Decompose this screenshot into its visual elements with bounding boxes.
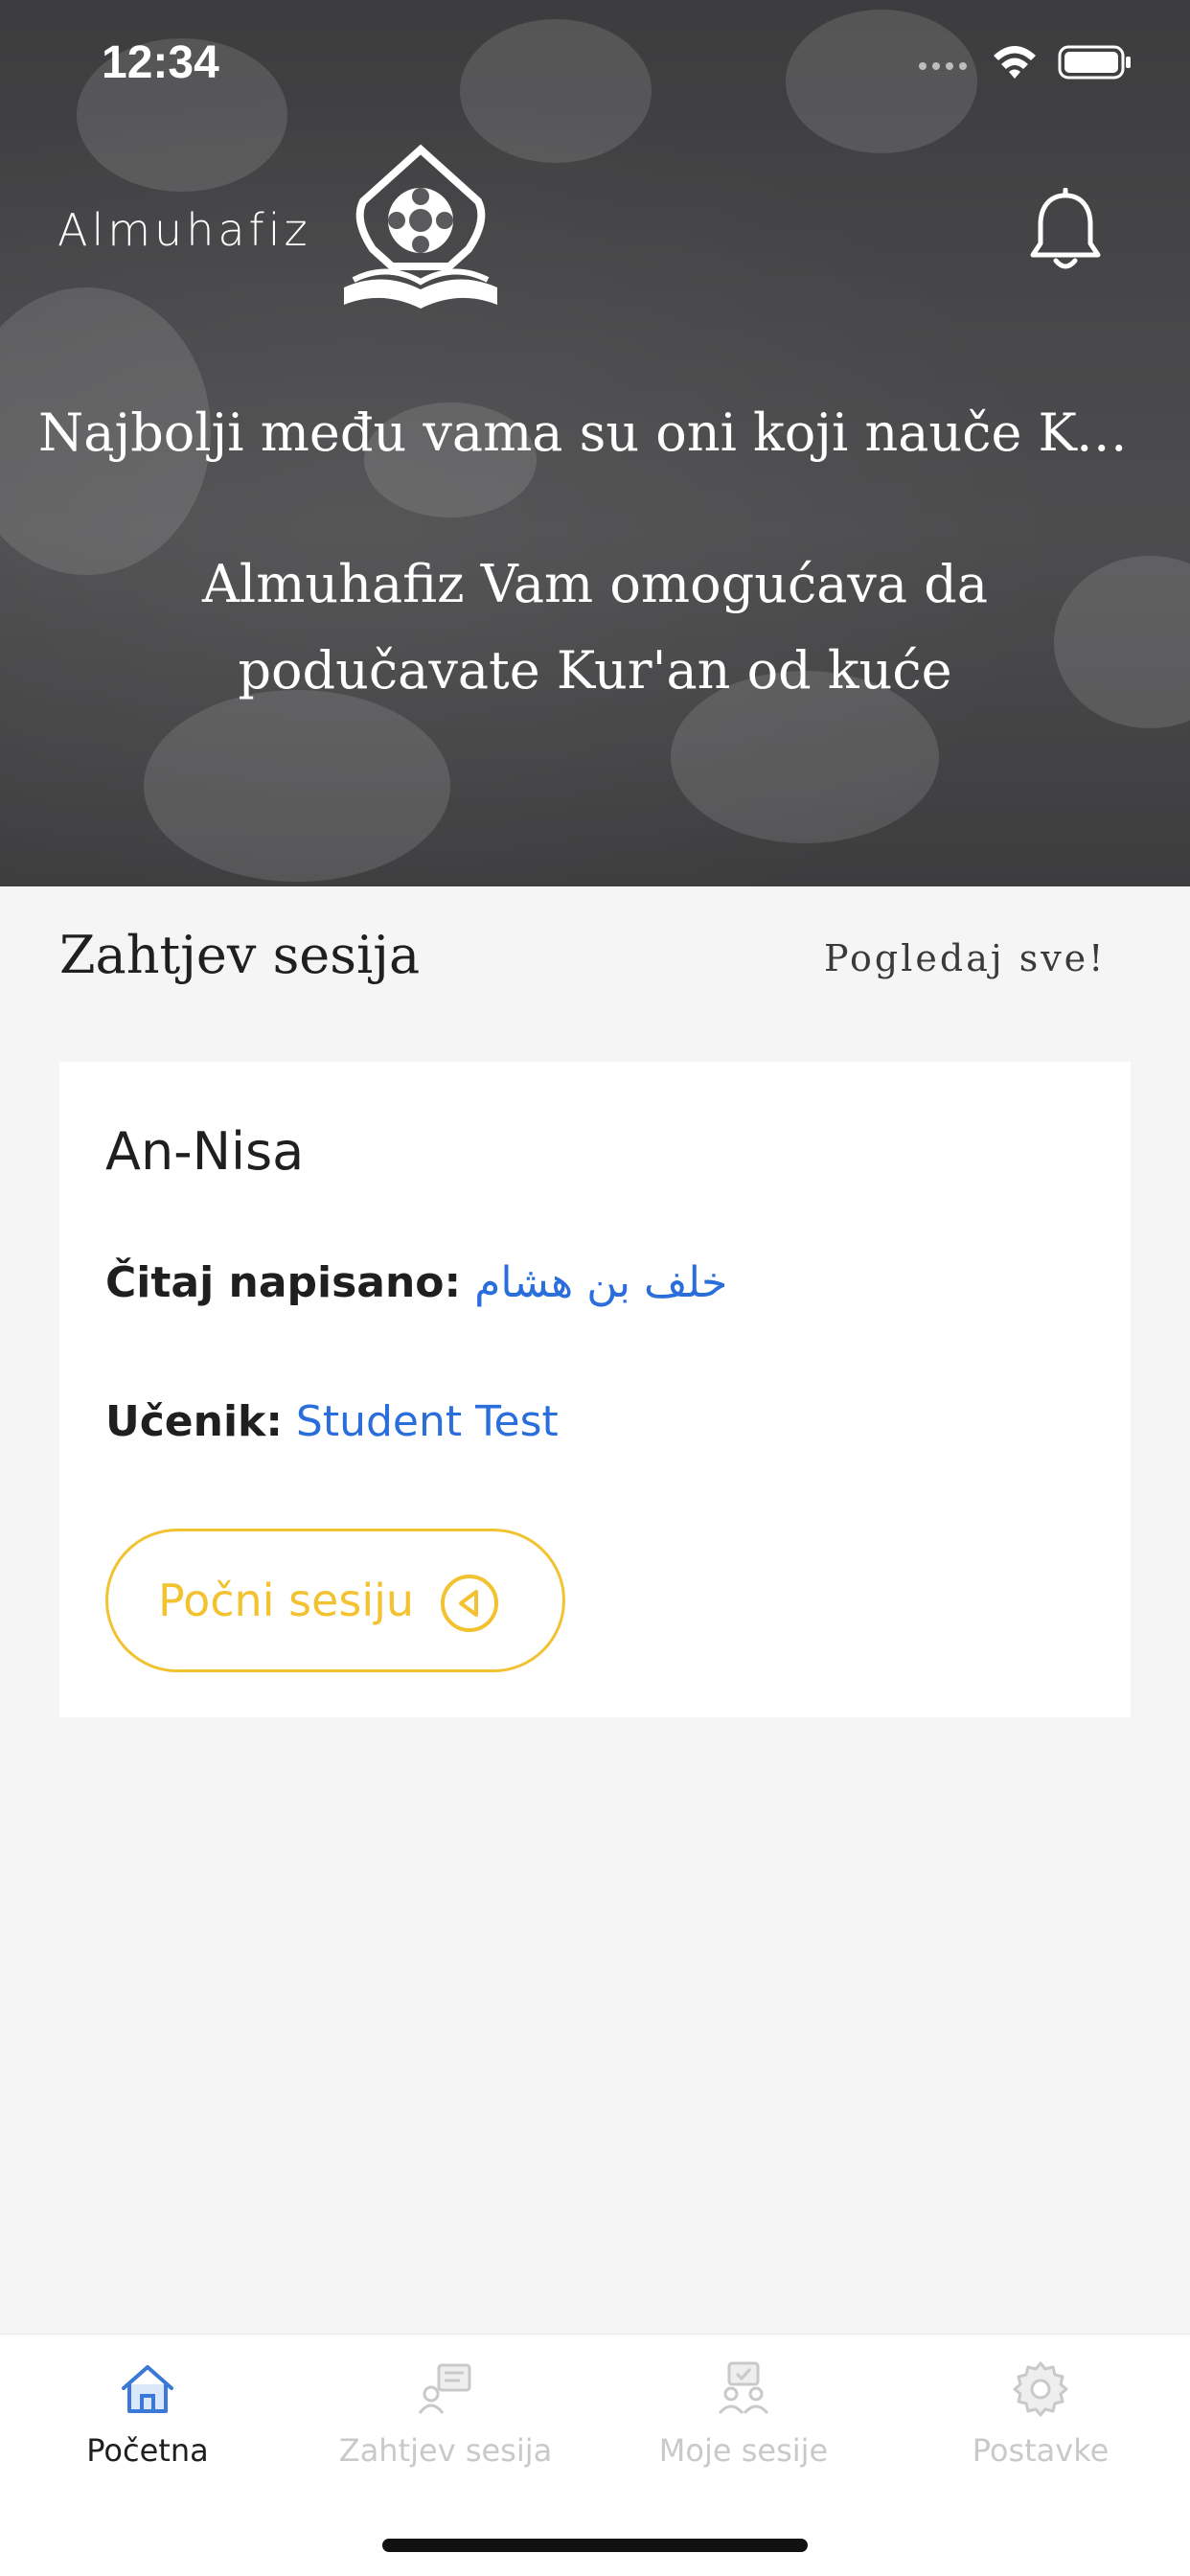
almuhafiz-logo-icon [343,144,497,309]
session-request-card: An-Nisa Čitaj napisano: خلف بن هشام Učen… [59,1062,1131,1717]
brand-name: Almuhafiz [57,204,311,256]
play-back-icon [441,1575,498,1632]
request-session-icon [418,2363,471,2414]
section-title: Zahtjev sesija [59,925,421,985]
tab-my-sessions[interactable]: Moje sesije [600,2354,887,2497]
start-session-label: Počni sesiju [158,1575,415,1626]
tab-my-sessions-label: Moje sesije [658,2432,829,2469]
start-session-button[interactable]: Počni sesiju [105,1529,565,1672]
battery-icon [1058,45,1131,80]
tab-settings-label: Postavke [972,2432,1110,2469]
bell-icon[interactable] [1027,188,1104,274]
signal-icon [919,62,967,70]
settings-icon [1013,2361,1068,2417]
status-time: 12:34 [102,37,219,88]
home-icon [122,2365,173,2413]
brand: Almuhafiz [57,144,507,316]
wifi-icon [994,46,1036,79]
hero-subline: Almuhafiz Vam omogućava da podučavate Ku… [201,554,989,701]
surah-title: An-Nisa [105,1121,305,1182]
status-icons [918,44,1133,80]
student-value: Student Test [295,1397,559,1446]
student-row: Učenik: Student Test [105,1397,559,1446]
home-indicator [382,2539,808,2552]
tab-settings[interactable]: Postavke [897,2354,1184,2497]
status-bar: 12:34 [0,0,1190,129]
tab-request-session[interactable]: Zahtjev sesija [302,2354,589,2497]
hero-tagline: Najbolji među vama su oni koji nauče Kur… [38,402,1152,463]
hero-banner: 12:34 Almuhafiz Najbolji među vama su on… [0,0,1190,886]
tab-bar: Početna Zahtjev sesija Moje sesije Posta… [0,2334,1190,2576]
student-label: Učenik: [105,1397,283,1446]
read-row: Čitaj napisano: خلف بن هشام [105,1258,727,1307]
my-sessions-icon [718,2361,769,2415]
tab-request-session-label: Zahtjev sesija [338,2432,553,2469]
tab-home-label: Početna [86,2432,209,2469]
tab-home[interactable]: Početna [4,2354,291,2497]
read-label: Čitaj napisano: [105,1258,462,1307]
view-all-link[interactable]: Pogledaj sve! [824,937,1106,979]
read-value: خلف بن هشام [474,1258,728,1307]
